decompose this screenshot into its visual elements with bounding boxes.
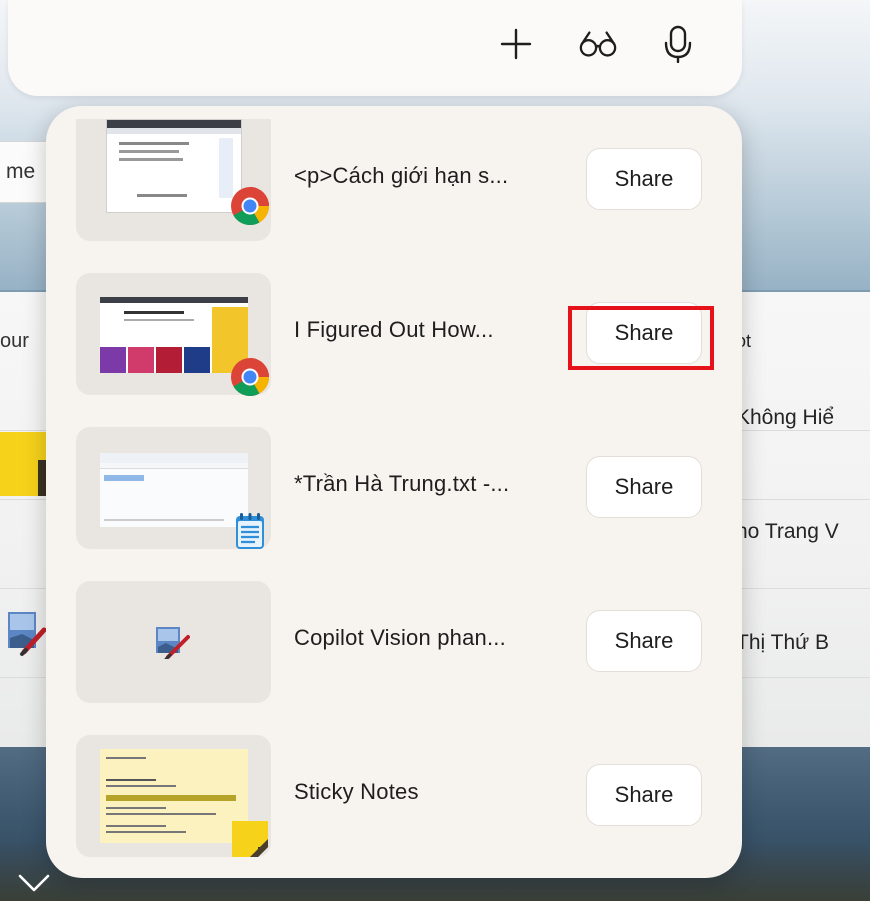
glasses-icon[interactable] — [578, 24, 618, 64]
plus-icon[interactable] — [496, 24, 536, 64]
window-title: I Figured Out How... — [294, 317, 494, 342]
window-thumbnail — [76, 735, 271, 857]
composer-bar — [8, 0, 742, 96]
window-title: <p>Cách giới hạn s... — [294, 163, 509, 188]
left-label-fragment: our — [0, 330, 29, 352]
search-fragment-text: me — [6, 160, 36, 183]
right-list-item[interactable]: Thị Thứ B — [736, 631, 829, 655]
sticky-notes-icon — [232, 821, 268, 857]
window-title: Copilot Vision phan... — [294, 625, 506, 650]
share-button[interactable]: Share — [586, 764, 702, 826]
chevron-down-icon[interactable] — [16, 872, 52, 896]
share-window-popup: <p>Cách giới hạn s... Share I Figured Ou… — [46, 106, 742, 878]
window-item-3[interactable]: *Trần Hà Trung.txt -... Share — [76, 427, 726, 549]
share-button[interactable]: Share — [586, 456, 702, 518]
thumbnail-image — [106, 119, 242, 213]
paint-icon — [6, 608, 47, 660]
share-button[interactable]: Share — [586, 148, 702, 210]
window-title: *Trần Hà Trung.txt -... — [294, 471, 510, 496]
window-thumbnail — [76, 273, 271, 397]
thumbnail-image — [100, 749, 248, 843]
window-thumbnail — [76, 581, 271, 703]
window-item-2[interactable]: I Figured Out How... Share — [76, 273, 726, 397]
right-list-item[interactable]: ho Trang V — [736, 520, 839, 544]
share-button[interactable]: Share — [586, 610, 702, 672]
chrome-icon — [231, 358, 270, 397]
paint-icon — [156, 627, 190, 659]
window-thumbnail — [76, 427, 271, 549]
yellow-tile-fragment — [0, 432, 48, 496]
share-button[interactable]: Share — [586, 302, 702, 364]
microphone-icon[interactable] — [658, 24, 698, 64]
window-item-5[interactable]: Sticky Notes Share — [76, 735, 726, 857]
notepad-icon — [236, 513, 264, 549]
right-list-item[interactable]: Không Hiể — [736, 406, 834, 430]
window-title: Sticky Notes — [294, 779, 419, 804]
thumbnail-image — [100, 297, 248, 373]
thumbnail-image — [100, 453, 248, 527]
window-item-4[interactable]: Copilot Vision phan... Share — [76, 581, 726, 703]
chrome-icon — [231, 187, 270, 226]
window-thumbnail — [76, 119, 271, 241]
window-item-1[interactable]: <p>Cách giới hạn s... Share — [76, 119, 726, 241]
